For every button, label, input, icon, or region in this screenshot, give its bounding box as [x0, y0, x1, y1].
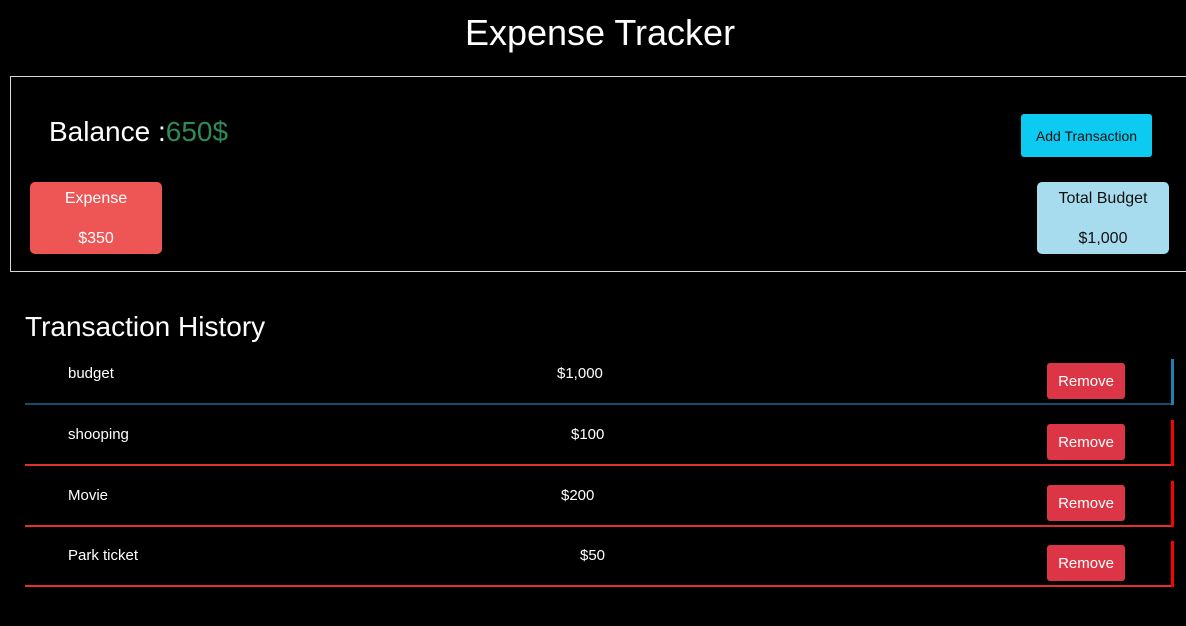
budget-card: Total Budget $1,000 — [1037, 182, 1169, 254]
remove-button[interactable]: Remove — [1047, 363, 1125, 399]
row-type-indicator — [1171, 359, 1174, 405]
expense-card: Expense $350 — [30, 182, 162, 254]
balance: Balance :650$ — [49, 116, 228, 148]
row-divider — [25, 403, 1174, 405]
balance-label: Balance : — [49, 116, 166, 147]
transaction-row: shooping $100 Remove — [25, 420, 1174, 466]
transaction-name: Movie — [68, 487, 109, 504]
app-title: Expense Tracker — [464, 12, 736, 53]
transaction-amount: $1,000 — [557, 365, 603, 382]
add-transaction-button[interactable]: Add Transaction — [1021, 114, 1152, 157]
balance-value: 650$ — [165, 116, 229, 147]
row-type-indicator — [1171, 541, 1174, 587]
transaction-name: budget — [68, 365, 114, 382]
remove-button[interactable]: Remove — [1047, 485, 1125, 521]
transaction-history-title: Transaction History — [25, 311, 266, 342]
transaction-name: Park ticket — [68, 547, 139, 564]
row-divider — [25, 464, 1174, 466]
budget-label: Total Budget — [1058, 190, 1148, 207]
expense-value: $350 — [78, 230, 114, 247]
transaction-row: budget $1,000 Remove — [25, 359, 1174, 405]
expense-label: Expense — [64, 190, 128, 207]
transaction-amount: $200 — [561, 487, 595, 504]
transaction-row: Park ticket $50 Remove — [25, 541, 1174, 587]
summary-panel: Balance :650$ Add Transaction Expense $3… — [10, 76, 1186, 272]
row-divider — [25, 525, 1174, 527]
transaction-amount: $100 — [571, 426, 605, 443]
transaction-amount: $50 — [580, 547, 606, 564]
transaction-name: shooping — [68, 426, 129, 443]
remove-button[interactable]: Remove — [1047, 424, 1125, 460]
row-type-indicator — [1171, 481, 1174, 527]
row-divider — [25, 585, 1174, 587]
budget-value: $1,000 — [1078, 230, 1128, 247]
row-type-indicator — [1171, 420, 1174, 466]
transaction-row: Movie $200 Remove — [25, 481, 1174, 527]
remove-button[interactable]: Remove — [1047, 545, 1125, 581]
